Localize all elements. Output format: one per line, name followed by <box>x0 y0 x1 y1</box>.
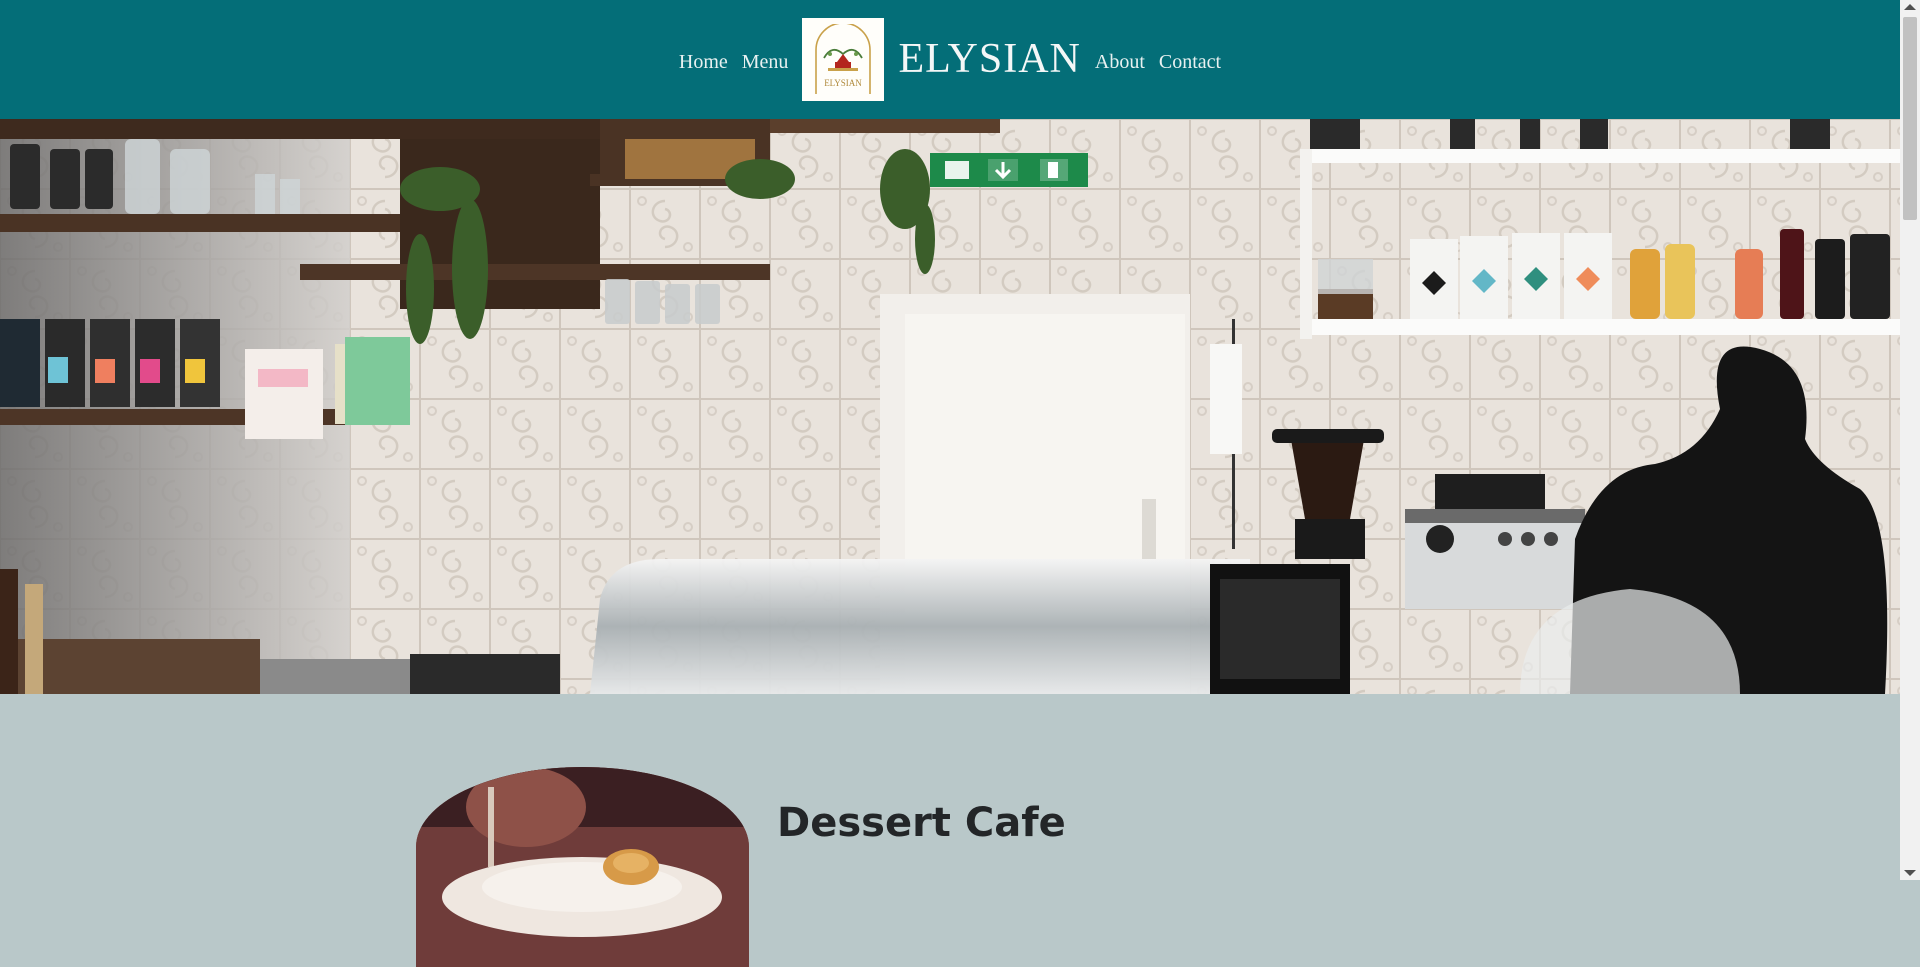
scroll-thumb[interactable] <box>1903 17 1917 220</box>
nav-menu-link[interactable]: Menu <box>742 48 789 72</box>
arrow-down-icon <box>988 159 1018 181</box>
nav-about-link[interactable]: About <box>1095 48 1145 72</box>
site-header: Home Menu ELYSIAN ELYSIAN About Contact <box>0 0 1900 119</box>
cafe-interior-photo <box>0 119 1900 694</box>
brand-logo[interactable]: ELYSIAN <box>802 18 885 101</box>
brand-name: ELYSIAN <box>898 35 1081 82</box>
scroll-down-arrow-icon[interactable] <box>1904 870 1916 876</box>
door-icon <box>1040 159 1068 181</box>
hero-image <box>0 119 1900 694</box>
scroll-up-arrow-icon[interactable] <box>1904 4 1916 10</box>
page-scrollbar[interactable] <box>1900 0 1920 880</box>
svg-text:ELYSIAN: ELYSIAN <box>825 78 863 88</box>
nav-home-link[interactable]: Home <box>679 48 728 72</box>
elysian-crest-icon: ELYSIAN <box>815 23 872 94</box>
nav-contact-link[interactable]: Contact <box>1159 48 1221 72</box>
feature-title: Dessert Cafe <box>777 800 1066 846</box>
running-man-icon <box>945 161 969 179</box>
dessert-plate-photo <box>416 767 749 967</box>
feature-image <box>416 767 749 967</box>
main-nav: Home Menu ELYSIAN ELYSIAN About Contact <box>0 0 1900 119</box>
